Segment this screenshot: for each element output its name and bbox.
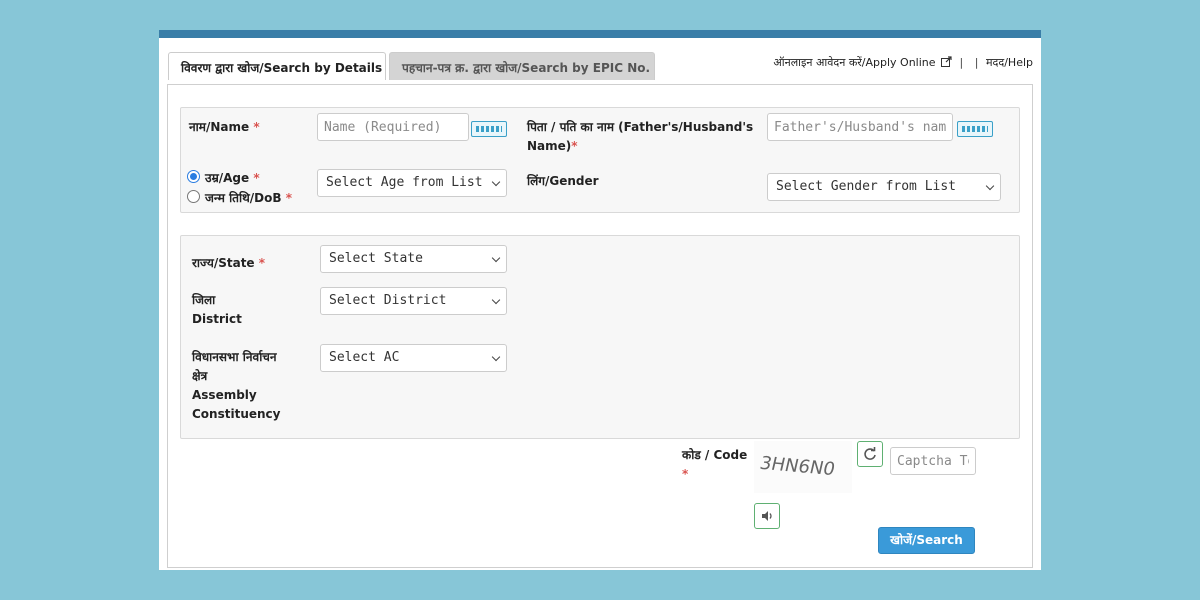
help-link[interactable]: मदद/Help bbox=[986, 56, 1033, 69]
age-radio[interactable] bbox=[187, 170, 200, 183]
chevron-down-icon bbox=[491, 295, 501, 305]
state-select-value: Select State bbox=[329, 251, 423, 266]
personal-details-section: नाम/Name * पिता / पति का नाम (Father's/H… bbox=[180, 107, 1020, 213]
location-section: राज्य/State * Select State जिला District… bbox=[180, 235, 1020, 439]
age-label: उम्र/Age * bbox=[205, 171, 260, 185]
search-panel: विवरण द्वारा खोज/Search by Details पहचान… bbox=[159, 30, 1041, 570]
district-select[interactable]: Select District bbox=[320, 287, 507, 315]
separator: | bbox=[974, 56, 979, 69]
gender-label: लिंग/Gender bbox=[527, 174, 599, 188]
keyboard-icon[interactable] bbox=[957, 121, 993, 137]
ac-select-value: Select AC bbox=[329, 350, 400, 365]
tab-search-by-epic[interactable]: पहचान-पत्र क्र. द्वारा खोज/Search by EPI… bbox=[389, 52, 655, 80]
name-label: नाम/Name * bbox=[189, 120, 260, 134]
top-links: ऑनलाइन आवेदन करें/Apply Online | | मदद/H… bbox=[773, 55, 1033, 70]
apply-online-link[interactable]: ऑनलाइन आवेदन करें/Apply Online bbox=[773, 56, 935, 69]
dob-radio[interactable] bbox=[187, 190, 200, 203]
separator: | bbox=[959, 56, 964, 69]
gender-select-value: Select Gender from List bbox=[776, 179, 957, 194]
district-select-value: Select District bbox=[329, 293, 447, 308]
captcha-image: 3HN6N0 bbox=[754, 441, 852, 493]
chevron-down-icon bbox=[491, 253, 501, 263]
chevron-down-icon bbox=[985, 181, 995, 191]
state-select[interactable]: Select State bbox=[320, 245, 507, 273]
age-select-value: Select Age from List bbox=[326, 175, 483, 190]
captcha-input[interactable] bbox=[890, 447, 976, 475]
ac-label: विधानसभा निर्वाचन क्षेत्र Assembly Const… bbox=[192, 350, 281, 421]
search-button[interactable]: खोजें/Search bbox=[878, 527, 975, 554]
name-input[interactable] bbox=[317, 113, 469, 141]
form-container: नाम/Name * पिता / पति का नाम (Father's/H… bbox=[167, 84, 1033, 568]
dob-label: जन्म तिथि/DoB * bbox=[205, 191, 293, 205]
state-label: राज्य/State * bbox=[192, 256, 266, 270]
gender-select[interactable]: Select Gender from List bbox=[767, 173, 1001, 201]
tab-search-by-details[interactable]: विवरण द्वारा खोज/Search by Details bbox=[168, 52, 386, 80]
chevron-down-icon bbox=[491, 352, 501, 362]
external-link-icon bbox=[941, 56, 952, 70]
age-select[interactable]: Select Age from List bbox=[317, 169, 507, 197]
father-name-input[interactable] bbox=[767, 113, 953, 141]
father-name-label: पिता / पति का नाम (Father's/Husband's Na… bbox=[527, 120, 754, 153]
district-label: जिला District bbox=[192, 293, 242, 326]
code-label: कोड / Code * bbox=[682, 448, 748, 481]
keyboard-icon[interactable] bbox=[471, 121, 507, 137]
chevron-down-icon bbox=[491, 177, 501, 187]
refresh-icon[interactable] bbox=[857, 441, 883, 467]
ac-select[interactable]: Select AC bbox=[320, 344, 507, 372]
speaker-icon[interactable] bbox=[754, 503, 780, 529]
